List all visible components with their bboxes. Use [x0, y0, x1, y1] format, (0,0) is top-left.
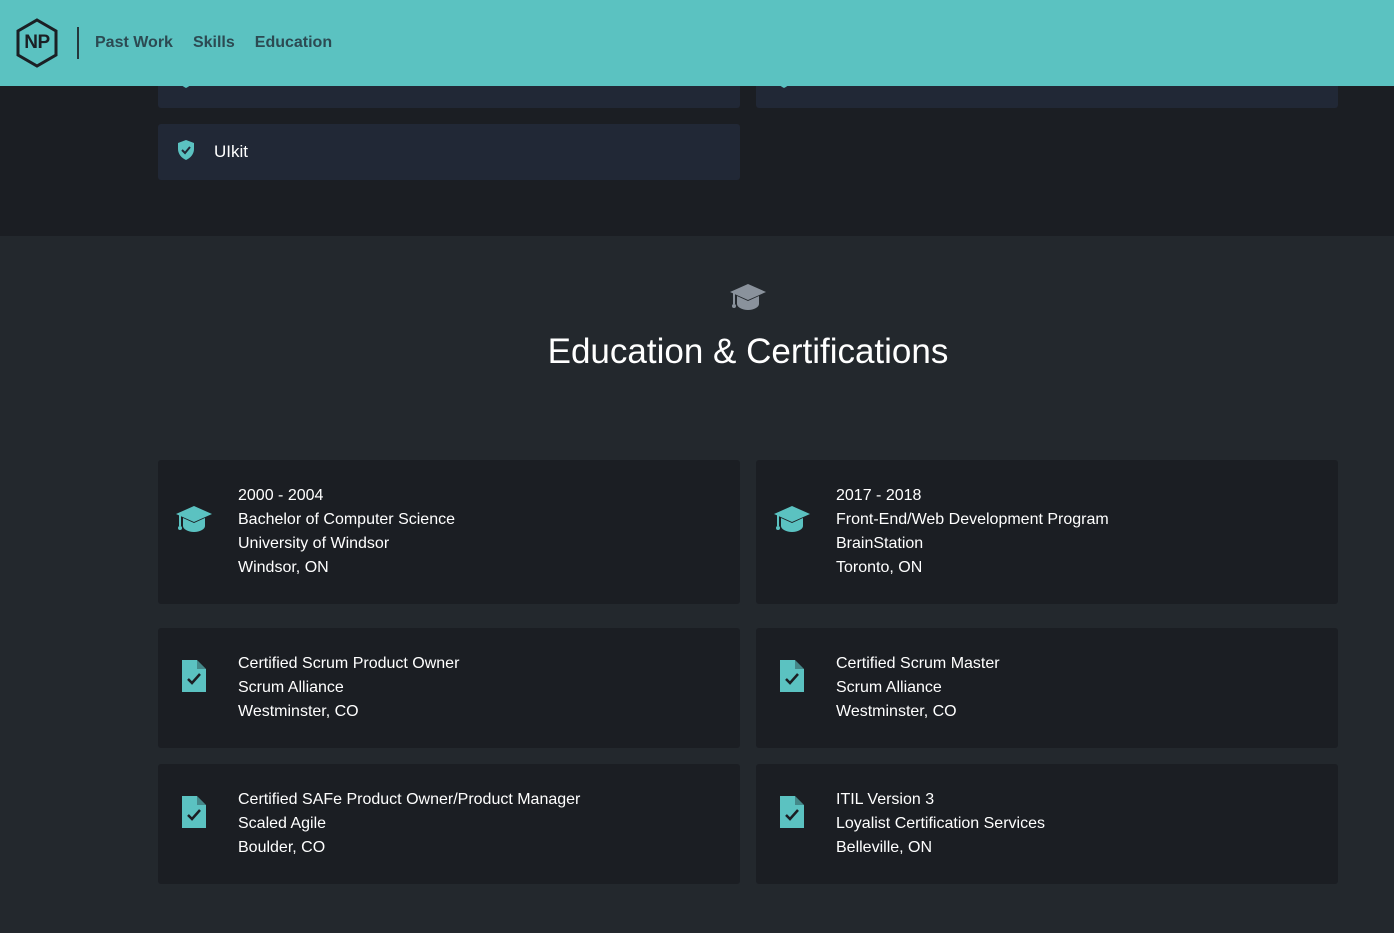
top-navbar: NP Past Work Skills Education [0, 0, 1394, 86]
section-title: Education & Certifications [547, 332, 949, 371]
nav-divider [77, 27, 79, 59]
skill-card-uikit: UIkit [158, 124, 740, 180]
degree-program: Front-End/Web Development Program [836, 511, 1109, 528]
certification-issuer: Scrum Alliance [238, 679, 344, 696]
degree-school: University of Windsor [238, 535, 390, 552]
degree-card: 2017 - 2018 Front-End/Web Development Pr… [756, 460, 1338, 604]
certification-location: Westminster, CO [836, 703, 957, 720]
logo[interactable]: NP [14, 17, 60, 69]
file-check-icon [182, 796, 206, 828]
file-check-icon [780, 660, 804, 692]
certification-name: Certified Scrum Product Owner [238, 655, 460, 672]
degree-program: Bachelor of Computer Science [238, 511, 455, 528]
graduation-cap-icon [730, 284, 766, 310]
degree-years: 2017 - 2018 [836, 487, 922, 504]
nav-link-skills[interactable]: Skills [193, 34, 235, 52]
certification-card: Certified SAFe Product Owner/Product Man… [158, 764, 740, 884]
certification-card: Certified Scrum Master Scrum Alliance We… [756, 628, 1338, 748]
degree-card: 2000 - 2004 Bachelor of Computer Science… [158, 460, 740, 604]
degree-location: Toronto, ON [836, 559, 923, 576]
certification-location: Belleville, ON [836, 839, 933, 856]
certification-issuer: Scaled Agile [238, 815, 327, 832]
logo-text: NP [24, 32, 50, 53]
certification-name: Certified SAFe Product Owner/Product Man… [238, 791, 581, 808]
shield-check-icon [176, 139, 196, 166]
degree-years: 2000 - 2004 [238, 487, 324, 504]
certification-issuer: Scrum Alliance [836, 679, 942, 696]
education-section: Education & Certifications 2000 - 2004 B… [0, 236, 1394, 933]
certification-name: Certified Scrum Master [836, 655, 1000, 672]
certification-name: ITIL Version 3 [836, 791, 935, 808]
degree-location: Windsor, ON [238, 559, 329, 576]
certification-card: ITIL Version 3 Loyalist Certification Se… [756, 764, 1338, 884]
certification-issuer: Loyalist Certification Services [836, 815, 1045, 832]
graduation-cap-icon [176, 506, 212, 532]
degree-school: BrainStation [836, 535, 924, 552]
certification-location: Boulder, CO [238, 839, 326, 856]
certification-location: Westminster, CO [238, 703, 359, 720]
skill-label: UIkit [214, 142, 248, 161]
certification-card: Certified Scrum Product Owner Scrum Alli… [158, 628, 740, 748]
graduation-cap-icon [774, 506, 810, 532]
nav-link-education[interactable]: Education [255, 34, 332, 52]
nav-link-past-work[interactable]: Past Work [95, 34, 173, 52]
file-check-icon [780, 796, 804, 828]
file-check-icon [182, 660, 206, 692]
